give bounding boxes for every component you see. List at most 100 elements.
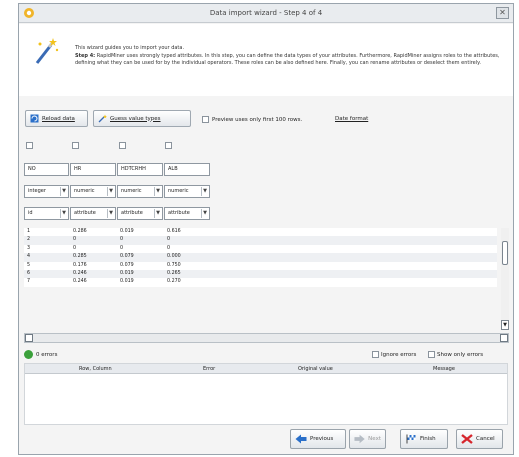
column-select-checkboxes [24, 141, 224, 151]
ignore-errors-label: Ignore errors [381, 351, 417, 358]
table-cell-empty [211, 253, 497, 262]
date-format-link[interactable]: Date format [335, 116, 368, 122]
ignore-errors-checkbox[interactable] [372, 351, 379, 358]
table-row: 1 0.286 0.019 0.616 [24, 228, 497, 237]
table-cell-empty [211, 228, 497, 237]
vertical-scroll-thumb[interactable] [502, 241, 508, 265]
ignore-errors-option[interactable]: Ignore errors [372, 351, 416, 358]
finish-button[interactable]: Finish [400, 429, 448, 449]
data-preview-table: 1 0.286 0.019 0.616 2000 3000 4 0.285 0.079 0.… [24, 228, 497, 287]
value-type-select[interactable]: numeric ▼ [70, 185, 116, 198]
finish-flag-icon [406, 434, 416, 444]
table-cell: 1 [24, 228, 70, 237]
table-cell: 0.750 [164, 261, 211, 271]
role-select[interactable]: attribute ▼ [117, 207, 163, 220]
column-checkbox-2[interactable] [72, 142, 79, 149]
show-only-errors-option[interactable]: Show only errors [428, 351, 483, 358]
column-checkbox-1[interactable] [26, 142, 33, 149]
horizontal-scrollbar[interactable] [24, 333, 509, 343]
table-cell: 0 [70, 236, 117, 245]
column-name-field[interactable]: HR [70, 163, 116, 176]
role-select[interactable]: attribute ▼ [70, 207, 116, 220]
table-row: 5 0.176 0.079 0.750 [24, 261, 497, 271]
column-name-field[interactable]: NO [24, 163, 69, 176]
column-header[interactable]: Error [203, 364, 215, 374]
previous-button[interactable]: Previous [290, 429, 346, 449]
chevron-down-icon: ▼ [107, 187, 114, 196]
value-type-value: numeric [168, 188, 189, 194]
column-header[interactable]: Row, Column [79, 364, 112, 374]
finish-label: Finish [420, 436, 436, 442]
show-only-errors-checkbox[interactable] [428, 351, 435, 358]
value-type-select[interactable]: integer ▼ [24, 185, 69, 198]
table-cell: 0.286 [70, 228, 117, 237]
table-cell: 0.000 [164, 253, 211, 262]
error-status-row: 0 errors Ignore errors Show only errors [24, 349, 508, 361]
intro-line-2: Step 4: RapidMiner uses strongly typed a… [75, 53, 505, 68]
vertical-scrollbar[interactable]: ▼ [501, 228, 509, 330]
table-cell: 4 [24, 253, 70, 262]
arrow-right-icon [354, 434, 365, 444]
horizontal-scroll-left[interactable] [25, 334, 33, 342]
column-name-field[interactable]: HDTCRHH [117, 163, 163, 176]
table-cell: 0.176 [70, 261, 117, 271]
table-cell: 3 [24, 244, 70, 254]
table-cell: 0.019 [117, 278, 164, 287]
chevron-down-icon: ▼ [201, 209, 208, 218]
next-label: Next [368, 436, 381, 442]
table-cell: 0 [117, 244, 164, 254]
table-cell-empty [211, 236, 497, 245]
preview-label: Preview uses only first 100 rows. [212, 116, 303, 123]
table-cell: 6 [24, 270, 70, 279]
table-cell: 0.246 [70, 270, 117, 279]
table-cell: 0.285 [70, 253, 117, 262]
table-cell: 7 [24, 278, 70, 287]
table-row: 7 0.246 0.019 0.270 [24, 278, 497, 287]
error-table-header: Row, Column Error Original value Message [25, 364, 507, 374]
table-cell-empty [211, 270, 497, 279]
data-preview-grid: NO HR HDTCRHH ALB integer ▼ numeric ▼ nume… [24, 141, 509, 346]
error-table: Row, Column Error Original value Message [24, 363, 508, 425]
role-value: id [28, 210, 33, 216]
table-cell: 0.616 [164, 228, 211, 237]
column-header[interactable]: Message [433, 364, 455, 374]
table-cell: 0 [117, 236, 164, 245]
table-cell-empty [211, 278, 497, 287]
role-select[interactable]: id ▼ [24, 207, 69, 220]
value-type-select[interactable]: numeric ▼ [117, 185, 163, 198]
table-cell: 0.019 [117, 270, 164, 279]
preview-checkbox[interactable] [202, 116, 209, 123]
close-button[interactable]: ✕ [496, 7, 509, 19]
chevron-down-icon: ▼ [201, 187, 208, 196]
magic-wand-icon [35, 38, 59, 64]
column-name-field[interactable]: ALB [164, 163, 210, 176]
reload-data-label: Reload data [42, 115, 75, 122]
horizontal-scroll-right[interactable] [500, 334, 508, 342]
table-cell: 0.265 [164, 270, 211, 279]
column-checkbox-3[interactable] [119, 142, 126, 149]
table-cell: 5 [24, 261, 70, 271]
arrow-left-icon [295, 434, 307, 444]
intro-panel: This wizard guides you to import your da… [19, 24, 513, 96]
chevron-down-icon: ▼ [107, 209, 114, 218]
guess-value-types-button[interactable]: Guess value types [93, 110, 191, 127]
table-row: 4 0.285 0.079 0.000 [24, 253, 497, 262]
scroll-down-arrow[interactable]: ▼ [501, 320, 509, 330]
column-checkbox-4[interactable] [165, 142, 172, 149]
reload-data-button[interactable]: Reload data [25, 110, 88, 127]
wand-small-icon [98, 114, 107, 123]
column-header[interactable]: Original value [298, 364, 333, 374]
chevron-down-icon: ▼ [154, 209, 161, 218]
role-select[interactable]: attribute ▼ [164, 207, 210, 220]
cancel-button[interactable]: Cancel [456, 429, 503, 449]
next-button[interactable]: Next [349, 429, 386, 449]
title-bar: Data import wizard - Step 4 of 4 ✕ [19, 4, 513, 23]
preview-option[interactable]: Preview uses only first 100 rows. [202, 116, 302, 123]
reload-icon [30, 114, 39, 123]
role-value: attribute [74, 210, 96, 216]
guess-value-types-label: Guess value types [110, 115, 161, 122]
value-type-value: numeric [74, 188, 95, 194]
value-type-select[interactable]: numeric ▼ [164, 185, 210, 198]
chevron-down-icon: ▼ [154, 187, 161, 196]
chevron-down-icon: ▼ [60, 187, 67, 196]
